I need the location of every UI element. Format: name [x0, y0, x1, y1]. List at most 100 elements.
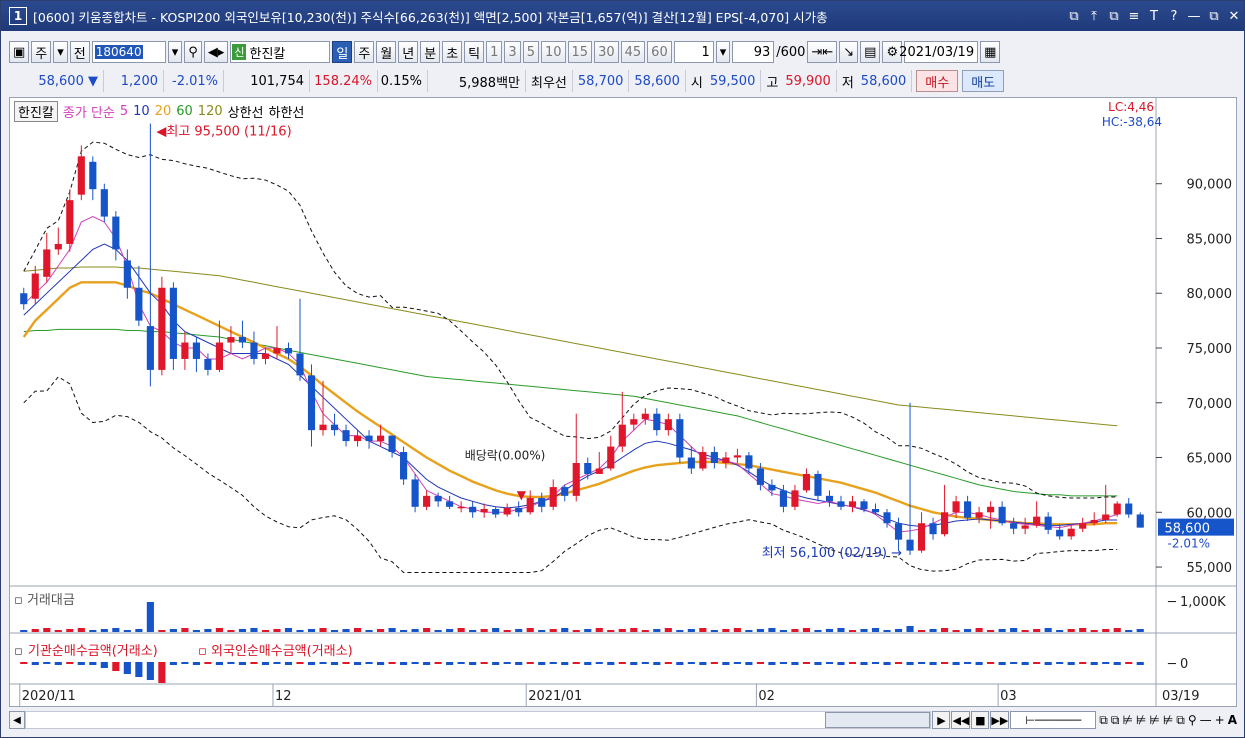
candle-body[interactable]: [135, 287, 143, 321]
candle-body[interactable]: [273, 348, 281, 354]
candle-body[interactable]: [745, 455, 753, 469]
minute-step-5[interactable]: 5: [522, 41, 539, 63]
minute-step-10[interactable]: 10: [540, 41, 566, 63]
candle-body[interactable]: [307, 375, 316, 431]
date-input[interactable]: 2021/03/19: [899, 41, 979, 63]
copy-icon[interactable]: ⧉: [1099, 713, 1108, 728]
chart-icon-3[interactable]: ⊭: [1149, 713, 1159, 727]
candle-body[interactable]: [756, 468, 764, 485]
period-month-tab[interactable]: 월: [376, 41, 397, 63]
candle-body[interactable]: [687, 457, 695, 469]
candle-body[interactable]: [215, 342, 223, 370]
candle-body[interactable]: [526, 498, 534, 513]
minute-step-15[interactable]: 15: [567, 41, 593, 63]
candle-body[interactable]: [123, 260, 131, 288]
candle-body[interactable]: [1021, 525, 1029, 529]
candle-body[interactable]: [814, 473, 822, 496]
candle-body[interactable]: [837, 501, 845, 507]
candle-body[interactable]: [618, 424, 626, 447]
candle-body[interactable]: [204, 358, 212, 370]
candle-body[interactable]: [43, 249, 51, 277]
period-tick-tab[interactable]: 틱: [464, 41, 485, 63]
candle-body[interactable]: [457, 506, 465, 509]
minute-step-30[interactable]: 30: [594, 41, 619, 63]
legend-ma120[interactable]: 120: [198, 104, 223, 119]
magnifier-icon[interactable]: ⚲: [1188, 713, 1197, 727]
minute-step-1[interactable]: 1: [486, 41, 503, 63]
candle-body[interactable]: [941, 512, 949, 535]
speaker-icon[interactable]: ◀▸: [203, 41, 229, 63]
candle-body[interactable]: [894, 523, 903, 540]
candle-body[interactable]: [549, 487, 557, 507]
code-dropdown-icon[interactable]: ▾: [167, 41, 183, 63]
all-button[interactable]: 전: [69, 41, 90, 63]
candle-body[interactable]: [1113, 503, 1121, 515]
candle-body[interactable]: [1136, 514, 1144, 528]
minute-step-60[interactable]: 60: [647, 41, 672, 63]
minute-step-3[interactable]: 3: [504, 41, 521, 63]
buy-button[interactable]: 매수: [916, 70, 959, 92]
candle-body[interactable]: [480, 509, 488, 513]
candle-body[interactable]: [607, 446, 615, 469]
candle-body[interactable]: [584, 463, 592, 474]
chart-icon-2[interactable]: ⊭: [1136, 713, 1146, 727]
candle-body[interactable]: [284, 348, 293, 354]
rewind-icon[interactable]: ◀◀: [951, 711, 971, 729]
candle-body[interactable]: [100, 189, 108, 217]
candle-body[interactable]: [1067, 528, 1075, 537]
sell-button[interactable]: 매도: [962, 70, 1005, 92]
candle-body[interactable]: [353, 435, 362, 442]
zoom-minus-icon[interactable]: —: [1200, 713, 1212, 727]
candle-body[interactable]: [238, 337, 247, 343]
candle-body[interactable]: [423, 495, 431, 507]
candle-body[interactable]: [733, 455, 741, 458]
window-number[interactable]: 1: [9, 7, 27, 25]
candle-body[interactable]: [146, 326, 154, 370]
text-icon[interactable]: T: [1144, 9, 1164, 24]
font-a-icon[interactable]: A: [1228, 713, 1237, 727]
candle-body[interactable]: [791, 490, 799, 507]
zoom-out-icon[interactable]: ↘: [839, 41, 859, 63]
period-year-tab[interactable]: 년: [398, 41, 419, 63]
candle-body[interactable]: [503, 507, 511, 515]
candle-body[interactable]: [779, 490, 787, 507]
candle-body[interactable]: [411, 479, 419, 507]
popout-icon[interactable]: ⧉: [1064, 9, 1084, 24]
candle-body[interactable]: [250, 342, 258, 359]
candle-body[interactable]: [20, 293, 28, 305]
candle-body[interactable]: [192, 342, 200, 359]
candle-body[interactable]: [181, 342, 189, 359]
candle-body[interactable]: [653, 413, 661, 431]
candle-body[interactable]: [342, 430, 350, 442]
candle-body[interactable]: [987, 506, 995, 513]
candle-body[interactable]: [1010, 523, 1018, 529]
legend-ma20[interactable]: 20: [155, 104, 172, 119]
candle-body[interactable]: [929, 523, 937, 535]
candle-body[interactable]: [492, 509, 500, 515]
fast-forward-icon[interactable]: ▶▶: [990, 711, 1010, 729]
layout-icon[interactable]: ≡: [1124, 9, 1144, 24]
legend-stock-name[interactable]: 한진칼: [14, 101, 58, 122]
chart-icon-1[interactable]: ⊭: [1122, 713, 1132, 727]
candle-body[interactable]: [1079, 523, 1087, 529]
legend-ma5[interactable]: 5: [120, 104, 128, 119]
candle-body[interactable]: [319, 424, 327, 431]
zoom-in-icon[interactable]: ⇥⇤: [807, 41, 838, 63]
candle-body[interactable]: [848, 501, 857, 507]
candle-body[interactable]: [469, 506, 477, 513]
candle-body[interactable]: [595, 468, 603, 474]
speed-slider[interactable]: ⊢───────: [1010, 711, 1097, 729]
zoom-plus-icon[interactable]: +: [1215, 713, 1225, 727]
search-icon[interactable]: ⚲: [184, 41, 202, 63]
candle-body[interactable]: [975, 512, 983, 518]
legend-upper[interactable]: 상한선: [228, 102, 264, 121]
legend-ma60[interactable]: 60: [176, 104, 193, 119]
candle-body[interactable]: [641, 413, 649, 420]
candle-body[interactable]: [261, 353, 270, 359]
candle-body[interactable]: [388, 435, 396, 453]
market-select[interactable]: 주: [31, 41, 52, 63]
candle-body[interactable]: [446, 501, 454, 507]
stop-icon[interactable]: ■: [971, 711, 990, 729]
period-week-tab[interactable]: 주: [354, 41, 375, 63]
scroll-track[interactable]: [25, 711, 932, 729]
